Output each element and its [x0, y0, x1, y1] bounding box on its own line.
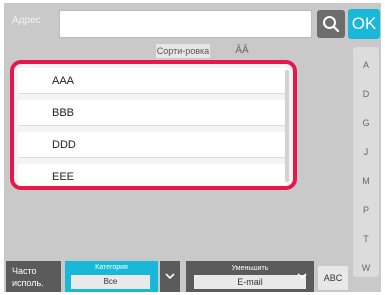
address-book-screen: Адрес OK Сорти-ровка ĀĀ AAA BBB DDD EEE … [4, 3, 381, 292]
frequent-use-label-line1: Часто [12, 266, 37, 276]
chevron-down-icon [165, 273, 175, 280]
category-value: Все [71, 275, 150, 289]
list-item[interactable]: DDD [18, 132, 287, 158]
narrow-down-select[interactable]: Уменьшить E-mail [186, 261, 314, 292]
narrow-down-value: E-mail [194, 275, 306, 289]
index-letter[interactable]: P [353, 205, 379, 215]
index-letter[interactable]: J [353, 147, 379, 157]
address-input[interactable] [59, 10, 312, 38]
abc-button[interactable]: ABC [318, 266, 348, 290]
bottom-toolbar: Часто исполь. Категория Все Уменьшить E-… [4, 261, 353, 292]
search-button[interactable] [317, 10, 345, 38]
sort-order-icon[interactable]: ĀĀ [232, 43, 252, 59]
ok-button[interactable]: OK [348, 9, 380, 39]
category-select[interactable]: Категория Все [65, 261, 158, 292]
search-icon [323, 16, 340, 33]
index-letter[interactable]: A [353, 60, 379, 70]
category-dropdown-button[interactable] [160, 261, 180, 292]
address-label: Адрес [12, 15, 41, 26]
chevron-down-icon [297, 273, 307, 280]
category-label: Категория [95, 264, 128, 271]
frequent-use-button[interactable]: Часто исполь. [6, 261, 61, 292]
index-letter[interactable]: T [353, 234, 379, 244]
list-item[interactable]: BBB [18, 100, 287, 126]
narrow-down-label: Уменьшить [231, 265, 269, 272]
alphabet-index: A D G J M P T W [353, 47, 379, 277]
frequent-use-label-line2: исполь. [12, 278, 44, 288]
index-letter[interactable]: G [353, 118, 379, 128]
list-item[interactable]: EEE [18, 164, 287, 186]
index-letter[interactable]: W [353, 263, 379, 273]
sort-button[interactable]: Сорти-ровка [156, 44, 210, 58]
index-letter[interactable]: D [353, 89, 379, 99]
index-letter[interactable]: M [353, 176, 379, 186]
address-list: AAA BBB DDD EEE [10, 60, 297, 190]
list-scrollbar[interactable] [285, 70, 289, 182]
list-item[interactable]: AAA [18, 68, 287, 94]
